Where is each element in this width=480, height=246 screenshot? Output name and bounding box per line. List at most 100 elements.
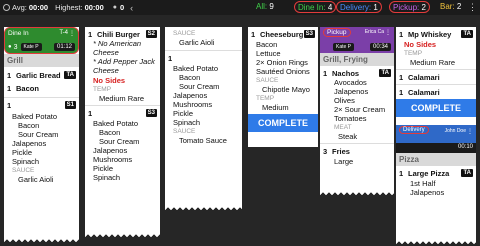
item-qty: 1 — [7, 70, 12, 80]
more-options-icon[interactable]: ⋮ — [467, 128, 473, 135]
filter-all-count: 9 — [269, 2, 274, 11]
list-item[interactable]: 1 Mp Whiskey TA — [396, 29, 476, 39]
list-item[interactable]: 1 Large Pizza TA — [396, 168, 476, 178]
complete-button[interactable]: COMPLETE — [396, 99, 476, 117]
modifier: Garlic Aioli — [18, 175, 54, 184]
list-item[interactable]: 3 Fries — [320, 146, 394, 156]
item-name: Cheeseburg — [260, 29, 304, 39]
filter-pickup-label: Pickup: — [393, 3, 420, 12]
back-arrow-icon[interactable]: ‹ — [130, 3, 133, 13]
more-options-icon[interactable]: ⋮ — [69, 30, 75, 37]
more-options-icon[interactable]: ⋮ — [385, 29, 391, 36]
modifier: Bacon — [18, 121, 40, 130]
ticket-timer: 00:34 — [369, 43, 391, 51]
course-header: Grill — [4, 54, 79, 67]
highest-label: Highest: — [55, 3, 83, 12]
modifier: Medium Rare — [410, 58, 456, 67]
no-sides-label: No Sides — [93, 76, 126, 85]
modifier: Jalapenos — [12, 139, 47, 148]
item-badge: TA — [379, 69, 391, 77]
ticket-header-pickup[interactable]: Pickup Erica Ca ⋮ Kate P 00:34 — [320, 27, 394, 53]
ticket-column-5[interactable]: Pickup Erica Ca ⋮ Kate P 00:34 Grill, Fr… — [320, 27, 394, 195]
ticket-header-dine-in[interactable]: Dine In T-4 ⋮ ● 3 Kate P 01:12 — [4, 27, 79, 54]
filter-bar-count: 2 — [456, 2, 462, 11]
item-qty: 1 — [323, 68, 328, 78]
item-name: Garlic Bread — [16, 70, 61, 80]
modifier: Sour Cream — [179, 82, 220, 91]
modifier: Olives — [334, 96, 355, 105]
item-name: Bacon — [16, 83, 39, 93]
highest-time-stat: Highest: 00:00 — [51, 3, 104, 12]
ticket-column-3[interactable]: SAUCE Garlic Aioli 1 Baked Potato Bacon … — [165, 27, 242, 210]
item-qty: 1 — [88, 29, 93, 39]
item-name: Large Pizza — [408, 168, 450, 178]
table-number: T-4 — [59, 30, 68, 36]
modifier-group-label: SAUCE — [173, 128, 196, 135]
item-badge: TA — [64, 71, 76, 79]
modifier: Spinach — [93, 173, 121, 182]
filter-bar-label: Bar: — [440, 2, 455, 11]
ticket-column-2[interactable]: 1 Chili Burger S2 * No American Cheese *… — [85, 27, 160, 237]
highest-value: 00:00 — [84, 3, 104, 12]
modifier: 2× Sour Cream — [334, 105, 386, 114]
list-item[interactable]: 1 S3 — [85, 108, 160, 118]
filter-all-label: All: — [256, 2, 268, 11]
filter-all[interactable]: All: 9 — [253, 1, 277, 13]
guest-count-value: 3 — [13, 43, 18, 51]
modifier-group-label: SAUCE — [256, 77, 279, 84]
list-item[interactable]: 1 S1 — [4, 100, 79, 110]
avg-time-stat: Avg: 00:00 — [3, 3, 48, 12]
list-item[interactable]: 1 Calamari — [396, 87, 476, 97]
modifier: Jalapenos — [410, 188, 445, 197]
item-name: Fries — [332, 146, 350, 156]
modifier: Chipotle Mayo — [262, 85, 310, 94]
modifier-group-label: MEAT — [334, 124, 352, 131]
modifier-group-label: TEMP — [404, 50, 423, 57]
filter-pickup-count: 2 — [421, 3, 426, 12]
modifier: Baked Potato — [173, 64, 219, 73]
ticket-column-1[interactable]: Dine In T-4 ⋮ ● 3 Kate P 01:12 Grill 1 G… — [4, 27, 79, 242]
modifier: Large — [334, 157, 354, 166]
list-item[interactable]: 1 Calamari — [396, 72, 476, 82]
list-item[interactable]: 1 Bacon — [4, 83, 79, 93]
modifier: Jalapenos — [334, 87, 369, 96]
modifier: Garlic Aioli — [179, 38, 215, 47]
modifier: 2× Onion Rings — [256, 58, 308, 67]
ticket-timer: 01:12 — [53, 43, 75, 51]
item-qty: 1 — [399, 72, 404, 82]
modifier: Medium — [262, 103, 289, 112]
top-status-bar: Avg: 00:00 Highest: 00:00 ● 0 ‹ All: 9 D… — [0, 0, 480, 15]
menu-icon[interactable]: ⋮ — [468, 2, 477, 13]
modifier: Spinach — [173, 118, 201, 127]
ticket-header-delivery[interactable]: Delivery John Doe ⋮ — [396, 125, 476, 143]
list-item[interactable]: 1 Cheeseburg S3 — [248, 29, 318, 39]
server-name: Kate P — [20, 43, 42, 51]
modifier: Bacon — [179, 73, 201, 82]
modifier: Sour Cream — [18, 130, 59, 139]
modifier-group-label: SAUCE — [12, 167, 35, 174]
server-name: Kate P — [333, 43, 355, 51]
modifier: 1st Half — [410, 179, 436, 188]
item-qty: 1 — [88, 108, 93, 118]
guest-count: ● 3 — [8, 44, 18, 51]
list-item[interactable]: 1 Chili Burger S2 — [85, 29, 160, 39]
filter-bar[interactable]: Bar: 2 — [437, 1, 464, 13]
list-item[interactable]: 1 Garlic Bread TA — [4, 70, 79, 80]
modifier: Sour Cream — [99, 137, 140, 146]
item-badge: TA — [461, 169, 473, 177]
list-item[interactable]: 1 Nachos TA — [320, 68, 394, 78]
complete-button[interactable]: COMPLETE — [248, 114, 318, 132]
item-name: Chili Burger — [97, 29, 140, 39]
list-item[interactable]: 1 — [165, 53, 242, 63]
item-badge: S2 — [145, 30, 157, 38]
filter-pickup[interactable]: Pickup: 2 — [389, 1, 430, 13]
filter-delivery[interactable]: Delivery: 1 — [336, 1, 382, 13]
modifier: Tomato Sauce — [179, 136, 227, 145]
modifier: Pickle — [12, 148, 33, 157]
filter-dine-in[interactable]: Dine In: 4 — [294, 1, 337, 13]
item-name: Calamari — [408, 72, 440, 82]
ticket-column-4[interactable]: 1 Cheeseburg S3 Bacon Lettuce 2× Onion R… — [248, 27, 318, 147]
ticket-column-6[interactable]: 1 Mp Whiskey TA No Sides TEMP Medium Rar… — [396, 27, 476, 244]
item-qty: 1 — [399, 87, 404, 97]
modifier: Jalapenos — [173, 91, 208, 100]
